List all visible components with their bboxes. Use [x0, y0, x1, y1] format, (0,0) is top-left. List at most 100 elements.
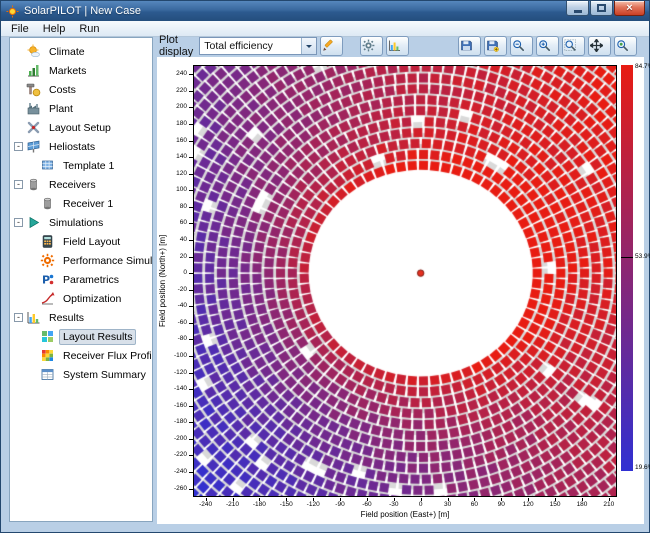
collapse-toggle-icon[interactable]: - — [14, 313, 23, 322]
plot-display-value: Total efficiency — [204, 40, 273, 52]
parametrics-icon: P — [40, 272, 55, 287]
heliostats-icon — [26, 139, 41, 154]
sidebar-item-receivers[interactable]: - Receivers — [10, 175, 152, 194]
menu-item-run[interactable]: Run — [72, 22, 106, 36]
zoom-in-button[interactable] — [536, 36, 560, 56]
y-tick-label: 160 — [176, 136, 187, 144]
y-tick-label: 100 — [176, 186, 187, 194]
window-controls: × — [566, 1, 645, 16]
menu-item-help[interactable]: Help — [36, 22, 73, 36]
collapse-toggle-icon[interactable]: - — [14, 142, 23, 151]
sidebar-item-label: Plant — [49, 102, 73, 115]
plot-area — [193, 65, 617, 497]
maximize-button[interactable] — [590, 1, 613, 16]
colorbar-mid-label: 53.9% — [635, 253, 650, 260]
flux-profile-icon — [40, 348, 55, 363]
sidebar-item-template-1[interactable]: Template 1 — [10, 156, 152, 175]
y-tick — [189, 157, 193, 159]
y-tick-label: -60 — [177, 318, 187, 326]
sidebar-tree: Climate Markets Costs Plant Layout Setup - Hel… — [9, 37, 153, 522]
app-icon — [6, 5, 19, 18]
sidebar-item-performance-simulation[interactable]: Performance Simulation — [10, 251, 152, 270]
field-layout-plot[interactable] — [194, 66, 616, 496]
disk-plus-icon — [486, 39, 501, 54]
sidebar-item-results[interactable]: - Results — [10, 308, 152, 327]
y-tick — [189, 107, 193, 109]
sidebar-item-layout-results[interactable]: Layout Results — [10, 327, 152, 346]
costs-icon — [26, 82, 41, 97]
y-tick — [189, 455, 193, 457]
zoom-original-button[interactable] — [614, 36, 638, 56]
sidebar-item-label: Costs — [49, 83, 76, 96]
close-button[interactable]: × — [614, 1, 645, 16]
sidebar-item-heliostats[interactable]: - Heliostats — [10, 137, 152, 156]
y-tick-label: 80 — [179, 202, 187, 210]
y-tick-label: 220 — [176, 86, 187, 94]
collapse-toggle-icon[interactable]: - — [14, 180, 23, 189]
collapse-toggle-icon[interactable]: - — [14, 218, 23, 227]
y-tick-label: 120 — [176, 169, 187, 177]
sidebar-item-costs[interactable]: Costs — [10, 80, 152, 99]
close-icon: × — [626, 2, 633, 14]
titlebar[interactable]: SolarPILOT | New Case × — [1, 1, 649, 21]
sidebar-item-simulations[interactable]: - Simulations — [10, 213, 152, 232]
layout-setup-icon — [26, 120, 41, 135]
minimize-button[interactable] — [566, 1, 589, 16]
sidebar-item-field-layout[interactable]: Field Layout — [10, 232, 152, 251]
y-tick — [189, 74, 193, 76]
minimize-icon — [573, 10, 582, 13]
sidebar-item-system-summary[interactable]: System Summary — [10, 365, 152, 384]
y-tick-label: 240 — [176, 70, 187, 78]
sidebar-item-optimization[interactable]: Optimization — [10, 289, 152, 308]
export-data-button[interactable] — [484, 36, 508, 56]
sidebar-item-label: System Summary — [63, 368, 146, 381]
sidebar-item-label: Template 1 — [63, 159, 115, 172]
sidebar-item-label: Receiver 1 — [63, 197, 114, 210]
x-tick-label: 30 — [443, 501, 452, 508]
colorbar-mid-tick — [621, 257, 633, 258]
sidebar-item-parametrics[interactable]: P Parametrics — [10, 270, 152, 289]
sidebar-item-label: Field Layout — [63, 235, 121, 248]
x-tick-label: -90 — [335, 501, 345, 508]
menu-item-file[interactable]: File — [4, 22, 36, 36]
markets-icon — [26, 63, 41, 78]
x-tick-label: 180 — [576, 501, 588, 508]
y-tick — [189, 306, 193, 308]
combo-dropdown-icon[interactable] — [301, 38, 317, 54]
pan-button[interactable] — [588, 36, 612, 56]
y-tick — [189, 438, 193, 440]
receivers-icon — [26, 177, 41, 192]
edit-plot-button[interactable] — [320, 36, 344, 56]
plot-data-button[interactable] — [386, 36, 410, 56]
sidebar-item-label: Simulations — [49, 216, 104, 229]
optimization-icon — [40, 291, 55, 306]
y-tick-label: -100 — [173, 352, 187, 359]
results-icon — [26, 310, 41, 325]
sidebar-item-plant[interactable]: Plant — [10, 99, 152, 118]
y-tick-label: 140 — [176, 153, 187, 161]
solarpilot-window: { "window": { "title": "SolarPILOT | New… — [0, 0, 650, 533]
y-tick-label: -180 — [173, 418, 187, 426]
y-tick — [189, 124, 193, 125]
sidebar-item-markets[interactable]: Markets — [10, 61, 152, 80]
zoom-fit-button[interactable] — [562, 36, 586, 56]
sidebar-item-climate[interactable]: Climate — [10, 42, 152, 61]
y-tick — [189, 223, 193, 225]
plot-display-select[interactable]: Total efficiency — [199, 37, 318, 55]
pencil-icon — [322, 39, 337, 54]
sidebar-item-layout-setup[interactable]: Layout Setup — [10, 118, 152, 137]
y-tick — [189, 190, 193, 192]
sidebar-item-receiver-1[interactable]: Receiver 1 — [10, 194, 152, 213]
y-tick — [189, 256, 193, 258]
colorbar-max-label: 84.7% — [635, 63, 650, 70]
x-tick-label: 90 — [497, 501, 505, 508]
zoom-out-button[interactable] — [510, 36, 534, 56]
y-tick — [189, 289, 193, 291]
save-image-button[interactable] — [458, 36, 482, 56]
plot-settings-button[interactable] — [360, 36, 384, 56]
zoom-in-icon — [538, 39, 553, 54]
sidebar-item-receiver-flux-profile[interactable]: Receiver Flux Profile — [10, 346, 152, 365]
y-tick — [189, 206, 193, 208]
y-tick-label: -120 — [173, 368, 187, 376]
sidebar-item-label: Optimization — [63, 292, 122, 305]
